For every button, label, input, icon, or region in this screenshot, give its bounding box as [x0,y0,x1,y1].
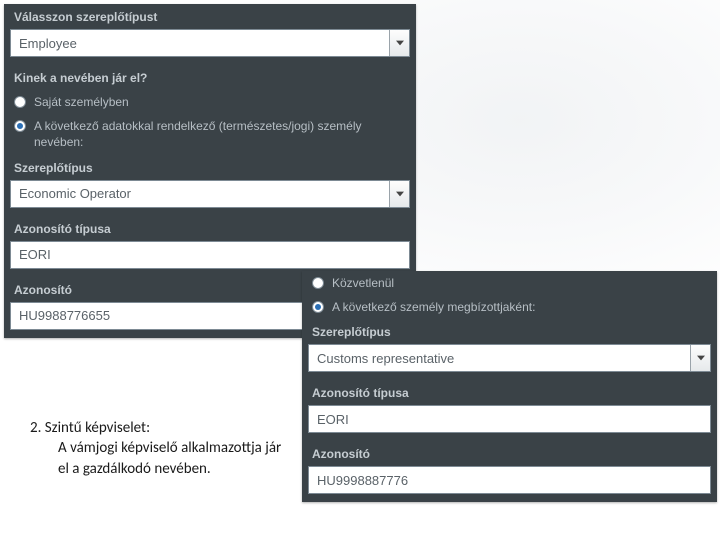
radio-self-row[interactable]: Saját személyben [4,90,416,114]
radio-other-row[interactable]: A következő adatokkal rendelkező (termés… [4,114,416,154]
label-actor-type: Szereplőtípus [4,155,416,180]
actor-type-value-r: Customs representative [309,351,690,366]
radio-icon[interactable] [14,96,26,108]
radio-icon[interactable] [14,120,26,132]
chevron-down-icon[interactable] [389,181,409,207]
radio-agent-label: A következő személy megbízottjaként: [332,299,535,315]
radio-self-label: Saját személyben [34,94,129,110]
id-type-field-r[interactable]: EORI [308,405,711,433]
label-id-type-r: Azonosító típusa [302,380,717,405]
radio-icon[interactable] [312,277,324,289]
id-type-value: EORI [11,247,409,262]
right-form-panel: Közvetlenül A következő személy megbízot… [302,271,717,502]
label-actor-type-r: Szereplőtípus [302,319,717,344]
actor-type-select-r[interactable]: Customs representative [308,344,711,372]
label-behalf: Kinek a nevében jár el? [4,65,416,90]
actor-type-value: Economic Operator [11,186,389,201]
role-type-select[interactable]: Employee [10,29,410,57]
radio-direct-row[interactable]: Közvetlenül [302,271,717,295]
role-type-value: Employee [11,36,389,51]
radio-icon[interactable] [312,301,324,313]
label-id-type: Azonosító típusa [4,216,416,241]
note-line1: 2. Szintű képviselet: [30,419,150,437]
radio-direct-label: Közvetlenül [332,275,394,291]
id-value-r: HU9998887776 [309,473,710,488]
chevron-down-icon[interactable] [389,30,409,56]
id-field-r[interactable]: HU9998887776 [308,466,711,494]
annotation-text: 2. Szintű képviselet: A vámjogi képvisel… [30,418,290,479]
id-type-field[interactable]: EORI [10,241,410,269]
label-role-type: Válasszon szereplőtípust [4,4,416,29]
note-line2: A vámjogi képviselő alkalmazottja jár el… [30,438,290,479]
label-id-r: Azonosító [302,441,717,466]
id-type-value-r: EORI [309,412,710,427]
radio-other-label: A következő adatokkal rendelkező (termés… [34,118,406,150]
radio-agent-row[interactable]: A következő személy megbízottjaként: [302,295,717,319]
chevron-down-icon[interactable] [690,345,710,371]
actor-type-select[interactable]: Economic Operator [10,180,410,208]
